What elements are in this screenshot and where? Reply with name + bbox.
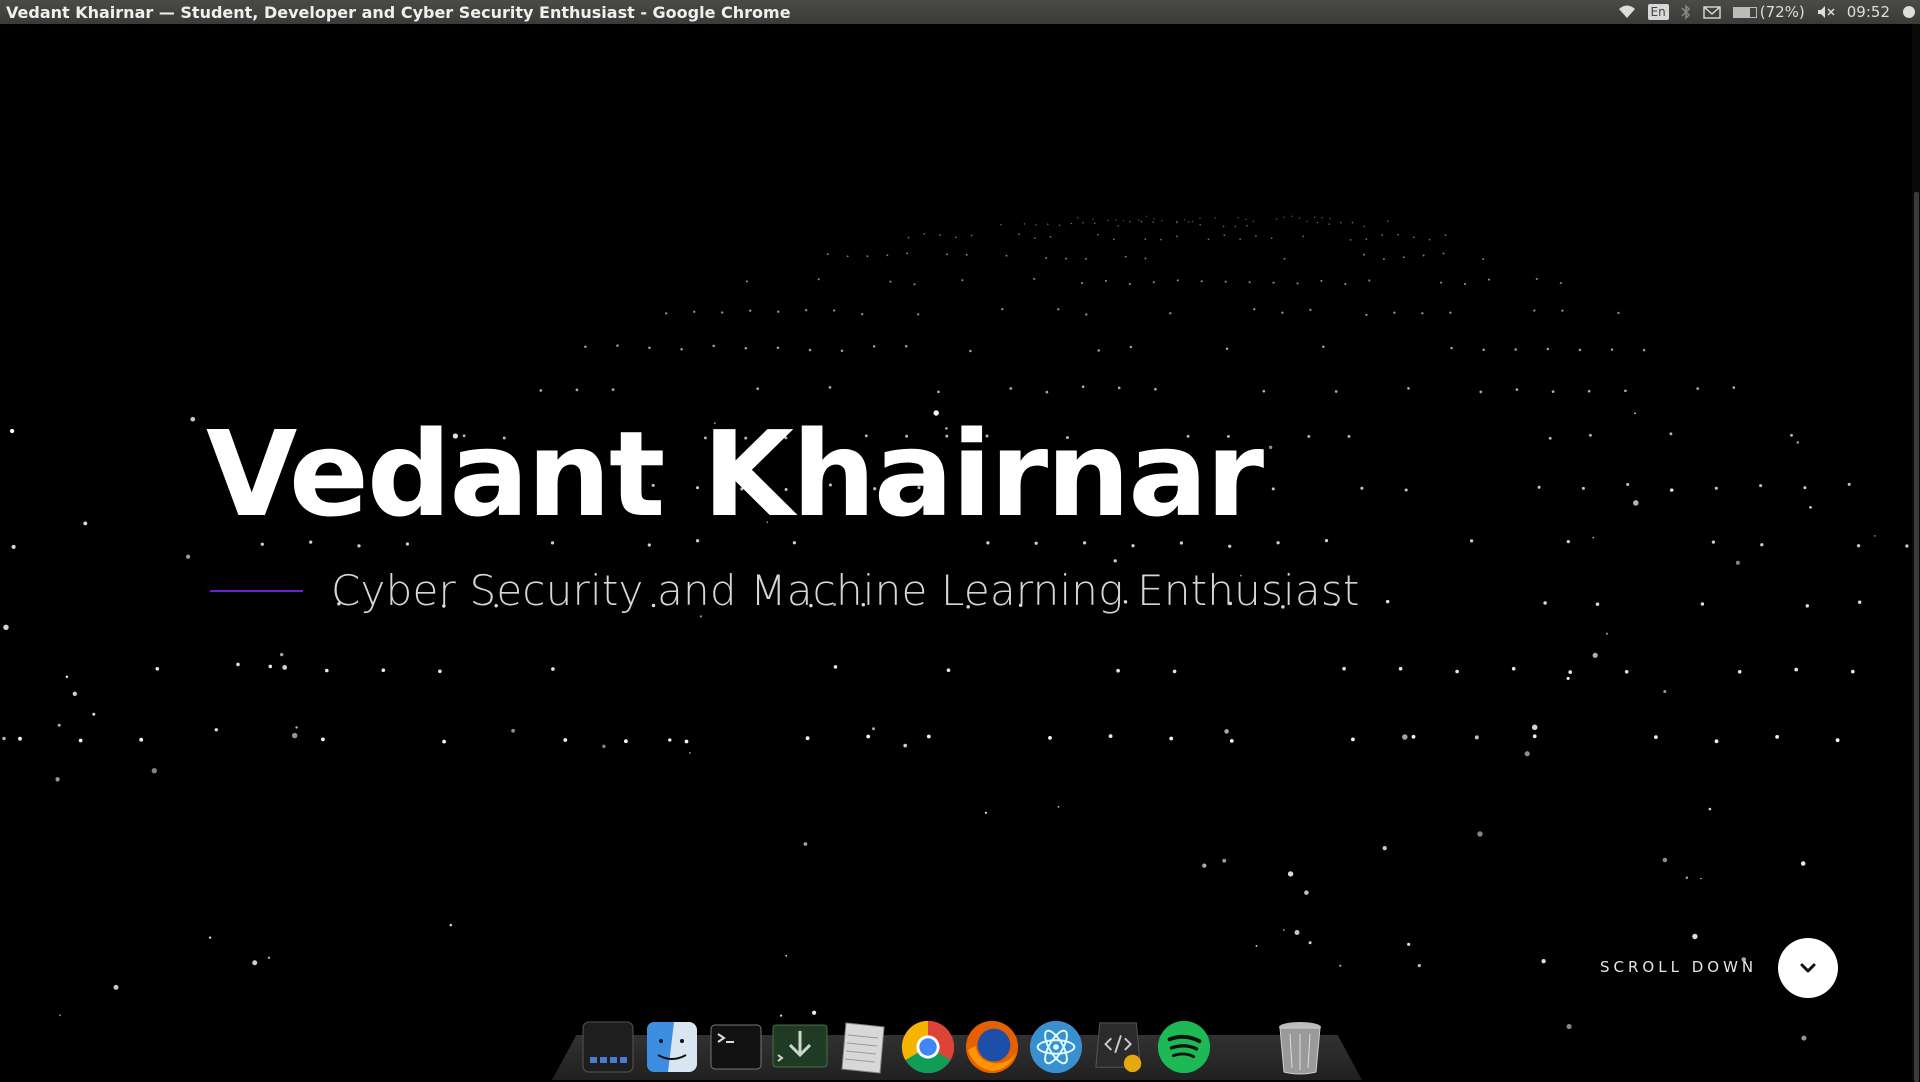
top-panel: Vedant Khairnar — Student, Developer and… [0,0,1920,24]
system-tray: En (72%) 09:52 [1618,0,1920,24]
trash-icon [1279,1022,1321,1075]
dock-item-installer[interactable] [772,1019,828,1075]
dock [580,1005,1328,1075]
terminal-icon [710,1024,762,1070]
dock-item-spotify[interactable] [1156,1019,1212,1075]
mail-icon[interactable] [1703,5,1721,19]
dock-item-finder[interactable] [644,1019,700,1075]
battery-icon [1732,6,1757,18]
atom-icon [1029,1020,1083,1074]
dock-item-code-tool[interactable] [1092,1019,1148,1075]
workspaces-icon [582,1021,634,1073]
firefox-icon [965,1020,1019,1074]
particle-background [2,215,1909,1047]
dock-item-atom[interactable] [1028,1019,1084,1075]
tagline-accent-line [210,590,303,592]
dock-item-text-editor[interactable] [836,1019,892,1075]
scrollbar-thumb[interactable] [1914,192,1919,1082]
chrome-icon [901,1020,955,1074]
hero-name: Vedant Khairnar [206,405,1264,543]
dock-item-firefox[interactable] [964,1019,1020,1075]
dock-item-google-chrome[interactable] [900,1019,956,1075]
power-icon[interactable] [1902,5,1916,19]
notes-icon [841,1022,885,1074]
battery-indicator[interactable]: (72%) [1732,3,1805,21]
battery-percent: (72%) [1759,3,1805,21]
chevron-down-icon [1800,963,1816,973]
code-icon [1095,1022,1142,1073]
download-terminal-icon [772,1024,828,1068]
bluetooth-icon[interactable] [1681,4,1691,20]
window-title: Vedant Khairnar — Student, Developer and… [6,2,791,22]
wifi-icon[interactable] [1618,5,1636,19]
hero-tagline: Cyber Security and Machine Learning Enth… [331,566,1360,615]
spotify-icon [1157,1020,1211,1074]
page-scrollbar[interactable] [1912,24,1920,1082]
keyboard-layout-indicator[interactable]: En [1647,4,1669,20]
volume-muted-icon[interactable] [1817,5,1835,19]
clock[interactable]: 09:52 [1847,3,1890,21]
dock-item-trash[interactable] [1272,1019,1328,1075]
scroll-down-button[interactable] [1778,938,1838,998]
scroll-down-label[interactable]: SCROLL DOWN [1600,958,1757,976]
finder-icon [647,1022,697,1072]
dock-item-workspace-switcher[interactable] [580,1019,636,1075]
dock-item-terminal[interactable] [708,1019,764,1075]
